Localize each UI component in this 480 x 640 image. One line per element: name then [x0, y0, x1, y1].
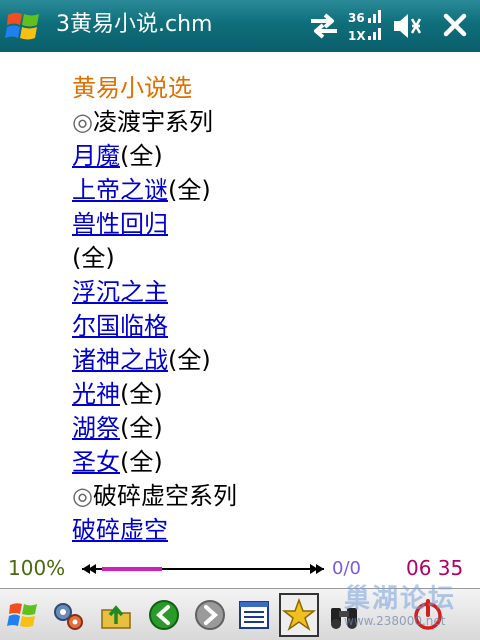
connectivity-icon[interactable] — [307, 12, 341, 40]
book-link[interactable]: 圣女 — [72, 448, 120, 476]
completion-note: (全) — [120, 142, 163, 170]
start-menu-button[interactable] — [4, 593, 44, 637]
completion-note: (全) — [72, 244, 115, 272]
forward-button[interactable] — [190, 593, 230, 637]
zoom-level[interactable]: 100% — [8, 556, 65, 580]
settings-button[interactable] — [48, 593, 88, 637]
windows-flag-icon — [7, 603, 37, 627]
open-folder-button[interactable] — [96, 593, 136, 637]
book-link[interactable]: 湖祭 — [72, 414, 120, 442]
list-item: 湖祭(全) — [72, 411, 163, 445]
series-header: ◎破碎虚空系列 — [72, 479, 237, 513]
find-button[interactable] — [324, 593, 364, 637]
list-icon — [239, 601, 269, 629]
power-icon — [414, 599, 442, 630]
bullet-circle-icon: ◎ — [72, 108, 93, 136]
svg-text:36: 36 — [348, 11, 365, 25]
reading-progress-slider[interactable] — [80, 558, 326, 580]
star-icon — [282, 598, 316, 631]
binoculars-icon — [331, 608, 357, 629]
completion-note: (全) — [168, 176, 211, 204]
list-item: 诸神之战(全) — [72, 343, 211, 377]
list-item: 月魔(全) — [72, 139, 163, 173]
list-item: 光神(全) — [72, 377, 163, 411]
gear-icon — [54, 603, 83, 630]
list-item: 圣女(全) — [72, 445, 163, 479]
book-link[interactable]: 月魔 — [72, 142, 120, 170]
svg-text:1X: 1X — [348, 29, 366, 43]
page-heading: 黄易小说选 — [72, 74, 192, 102]
book-link[interactable]: 兽性回归 — [72, 210, 168, 238]
list-item: 破碎虚空 — [72, 513, 168, 547]
series-title: 凌渡宇系列 — [92, 108, 213, 136]
back-button[interactable] — [144, 593, 184, 637]
completion-note: (全) — [120, 448, 163, 476]
signal-strength-icon[interactable]: 36 1X — [348, 8, 382, 44]
status-bar: 100% 0/0 06 35 — [0, 552, 480, 588]
title-bar: 3黄易小说.chm 36 1X — [0, 0, 480, 52]
book-link[interactable]: 尔国临格 — [72, 312, 168, 340]
book-link[interactable]: 破碎虚空 — [72, 516, 168, 544]
exit-button[interactable] — [408, 593, 448, 637]
back-arrow-icon — [149, 600, 179, 630]
book-link[interactable]: 光神 — [72, 380, 120, 408]
book-link[interactable]: 上帝之谜 — [72, 176, 168, 204]
list-item: 兽性回归 — [72, 207, 168, 241]
volume-muted-icon[interactable] — [390, 10, 422, 42]
list-item: 浮沉之主 — [72, 275, 168, 309]
series-header: ◎凌渡宇系列 — [72, 105, 213, 139]
progress-fill — [102, 567, 162, 571]
clock: 06 35 — [406, 556, 464, 580]
series-title: 破碎虚空系列 — [92, 482, 237, 510]
forward-arrow-icon — [195, 600, 225, 630]
list-item: 尔国临格 — [72, 309, 168, 343]
folder-up-icon — [101, 605, 131, 629]
close-button[interactable] — [440, 10, 470, 40]
bullet-circle-icon: ◎ — [72, 482, 93, 510]
completion-note: (全) — [168, 346, 211, 374]
favorites-button[interactable] — [279, 593, 319, 637]
list-item: 上帝之谜(全) — [72, 173, 211, 207]
window-title: 3黄易小说.chm — [56, 12, 213, 37]
page-counter: 0/0 — [332, 558, 361, 579]
bottom-toolbar — [0, 588, 480, 640]
document-content[interactable]: 黄易小说选 ◎凌渡宇系列 月魔(全) 上帝之谜(全) 兽性回归 (全) 浮沉之主… — [0, 52, 480, 552]
windows-start-icon[interactable] — [4, 6, 44, 46]
book-link[interactable]: 浮沉之主 — [72, 278, 168, 306]
contents-button[interactable] — [234, 593, 274, 637]
completion-note: (全) — [120, 380, 163, 408]
book-link[interactable]: 诸神之战 — [72, 346, 168, 374]
completion-note: (全) — [120, 414, 163, 442]
